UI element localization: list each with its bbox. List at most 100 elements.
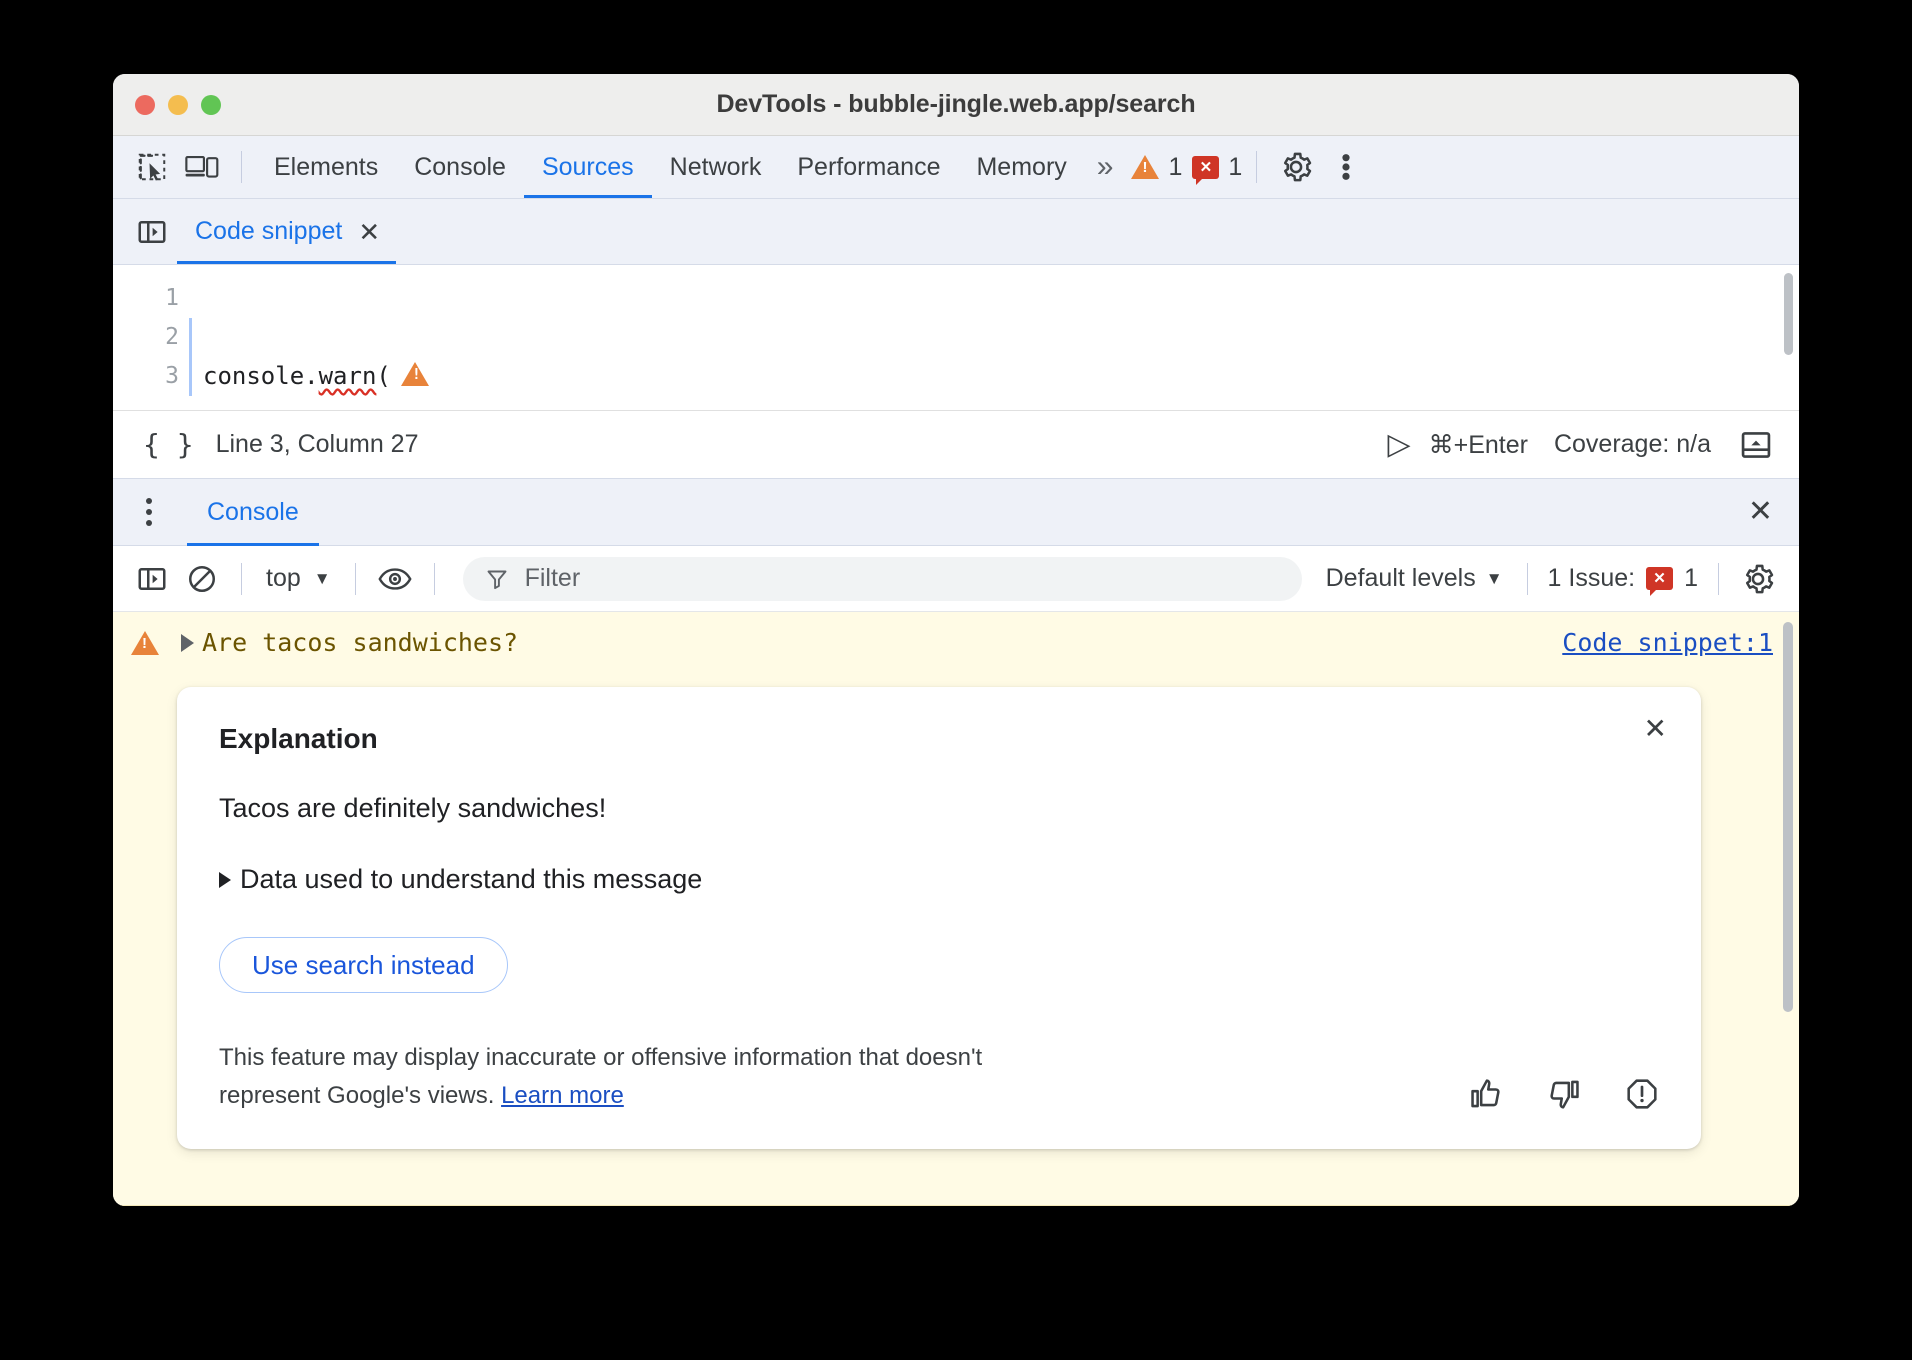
report-issue-button[interactable] xyxy=(1625,1077,1659,1111)
log-level-selector[interactable]: Default levels ▼ xyxy=(1316,564,1513,593)
thumb-down-button[interactable] xyxy=(1547,1077,1581,1111)
filter-input[interactable]: Filter xyxy=(463,557,1302,601)
thumb-up-button[interactable] xyxy=(1469,1077,1503,1111)
inline-warning-badge[interactable] xyxy=(401,359,429,398)
console-scrollbar[interactable] xyxy=(1783,622,1793,1012)
drawer-tab-console[interactable]: Console xyxy=(187,479,319,546)
error-bubble-icon: ✕ xyxy=(1192,156,1219,179)
device-toolbar-button[interactable] xyxy=(177,144,227,190)
explanation-body: Tacos are definitely sandwiches! xyxy=(219,793,1659,824)
toolbar-divider xyxy=(241,151,242,183)
console-toolbar-divider-4 xyxy=(1527,563,1528,595)
show-navigator-button[interactable] xyxy=(127,209,177,255)
gear-icon xyxy=(1280,151,1312,183)
clear-console-icon xyxy=(187,564,217,594)
thumb-down-icon xyxy=(1547,1077,1581,1111)
console-message-text: Are tacos sandwiches? xyxy=(202,628,518,657)
code-line-1-prefix: console. xyxy=(203,362,319,390)
explanation-card: Explanation ✕ Tacos are definitely sandw… xyxy=(177,687,1701,1149)
show-navigator-icon xyxy=(137,217,167,247)
issues-label: 1 Issue: xyxy=(1548,564,1636,593)
coverage-status: Coverage: n/a xyxy=(1554,430,1711,459)
warning-triangle-icon xyxy=(1131,155,1159,179)
use-search-instead-button[interactable]: Use search instead xyxy=(219,937,508,993)
sources-tab-strip: Code snippet ✕ xyxy=(113,199,1799,265)
console-message-source-link[interactable]: Code snippet:1 xyxy=(1562,628,1773,657)
error-bubble-icon: ✕ xyxy=(1646,567,1673,590)
run-snippet-button[interactable]: ▷ xyxy=(1388,430,1411,460)
code-editor[interactable]: 1 2 3 console.warn( "Are tacos sandwiche… xyxy=(113,265,1799,410)
inspect-element-button[interactable] xyxy=(127,144,177,190)
filter-placeholder: Filter xyxy=(525,564,581,593)
toggle-drawer-icon xyxy=(1740,429,1772,461)
error-count: 1 xyxy=(1228,153,1242,182)
console-toolbar: top ▼ Filter Default levels ▼ xyxy=(113,546,1799,612)
thumb-up-icon xyxy=(1469,1077,1503,1111)
tab-code-snippet[interactable]: Code snippet ✕ xyxy=(177,199,396,264)
filter-funnel-icon xyxy=(485,567,509,591)
code-line-1-warn-token: warn xyxy=(319,362,377,390)
code-line-1: console.warn( xyxy=(203,357,1799,398)
settings-button[interactable] xyxy=(1271,144,1321,190)
drawer-header: Console ✕ xyxy=(113,478,1799,546)
warning-count: 1 xyxy=(1168,153,1182,182)
tab-elements[interactable]: Elements xyxy=(256,136,396,198)
editor-line-numbers: 1 2 3 xyxy=(113,265,179,410)
chevron-down-icon: ▼ xyxy=(314,569,331,589)
live-expression-button[interactable] xyxy=(370,556,420,602)
tab-memory[interactable]: Memory xyxy=(958,136,1084,198)
console-sidebar-button[interactable] xyxy=(127,556,177,602)
tab-sources[interactable]: Sources xyxy=(524,136,652,198)
pretty-print-button[interactable]: { } xyxy=(129,428,208,461)
warning-triangle-icon xyxy=(401,362,429,386)
line-number: 1 xyxy=(113,279,179,318)
console-toolbar-divider xyxy=(241,563,242,595)
code-line-1-suffix: ( xyxy=(376,362,390,390)
tab-network[interactable]: Network xyxy=(652,136,780,198)
editor-content[interactable]: console.warn( "Are tacos sandwiches? %c … xyxy=(179,265,1799,410)
kebab-menu-icon xyxy=(1341,151,1351,183)
chevron-right-icon xyxy=(219,872,231,888)
line-number: 2 xyxy=(113,318,179,357)
execution-context-selector[interactable]: top ▼ xyxy=(256,564,341,593)
more-tabs-button[interactable]: » xyxy=(1085,150,1122,184)
explanation-title: Explanation xyxy=(219,723,1659,755)
expand-message-arrow[interactable] xyxy=(181,634,194,652)
close-drawer-button[interactable]: ✕ xyxy=(1740,497,1781,527)
console-warning-message[interactable]: Are tacos sandwiches? Code snippet:1 Exp… xyxy=(113,612,1799,1206)
clear-console-button[interactable] xyxy=(177,556,227,602)
console-message-list[interactable]: Are tacos sandwiches? Code snippet:1 Exp… xyxy=(113,612,1799,1206)
gear-icon xyxy=(1742,563,1774,595)
learn-more-link[interactable]: Learn more xyxy=(501,1082,624,1109)
data-used-toggle[interactable]: Data used to understand this message xyxy=(219,864,1659,895)
main-menu-button[interactable] xyxy=(1321,144,1371,190)
warning-counter[interactable]: 1 xyxy=(1131,153,1182,182)
issues-counter[interactable]: 1 Issue: ✕ 1 xyxy=(1542,564,1704,593)
device-toolbar-icon xyxy=(185,152,219,182)
cursor-position: Line 3, Column 27 xyxy=(216,430,419,459)
close-snippet-tab-button[interactable]: ✕ xyxy=(358,219,380,245)
run-shortcut-label: ⌘+Enter xyxy=(1429,430,1528,460)
devtools-window: DevTools - bubble-jingle.web.app/search xyxy=(113,74,1799,1206)
live-expression-icon xyxy=(378,564,412,594)
tab-performance[interactable]: Performance xyxy=(779,136,958,198)
chevron-down-icon: ▼ xyxy=(1486,569,1503,589)
console-toolbar-divider-5 xyxy=(1718,563,1719,595)
toggle-drawer-button[interactable] xyxy=(1731,422,1781,468)
toolbar-divider-2 xyxy=(1256,151,1257,183)
console-settings-button[interactable] xyxy=(1733,556,1783,602)
console-message-header[interactable]: Are tacos sandwiches? Code snippet:1 xyxy=(113,612,1799,671)
execution-context-value: top xyxy=(266,564,301,593)
drawer-menu-button[interactable] xyxy=(127,489,171,535)
close-explanation-button[interactable]: ✕ xyxy=(1644,715,1667,743)
feedback-actions xyxy=(1469,1077,1659,1115)
inspect-element-icon xyxy=(137,152,167,182)
tab-console[interactable]: Console xyxy=(396,136,524,198)
screen: DevTools - bubble-jingle.web.app/search xyxy=(0,0,1912,1360)
editor-scrollbar[interactable] xyxy=(1784,273,1793,355)
warning-triangle-icon xyxy=(131,631,159,655)
error-counter[interactable]: ✕ 1 xyxy=(1192,153,1242,182)
data-used-label: Data used to understand this message xyxy=(240,864,702,895)
console-toolbar-divider-3 xyxy=(434,563,435,595)
window-titlebar: DevTools - bubble-jingle.web.app/search xyxy=(113,74,1799,136)
